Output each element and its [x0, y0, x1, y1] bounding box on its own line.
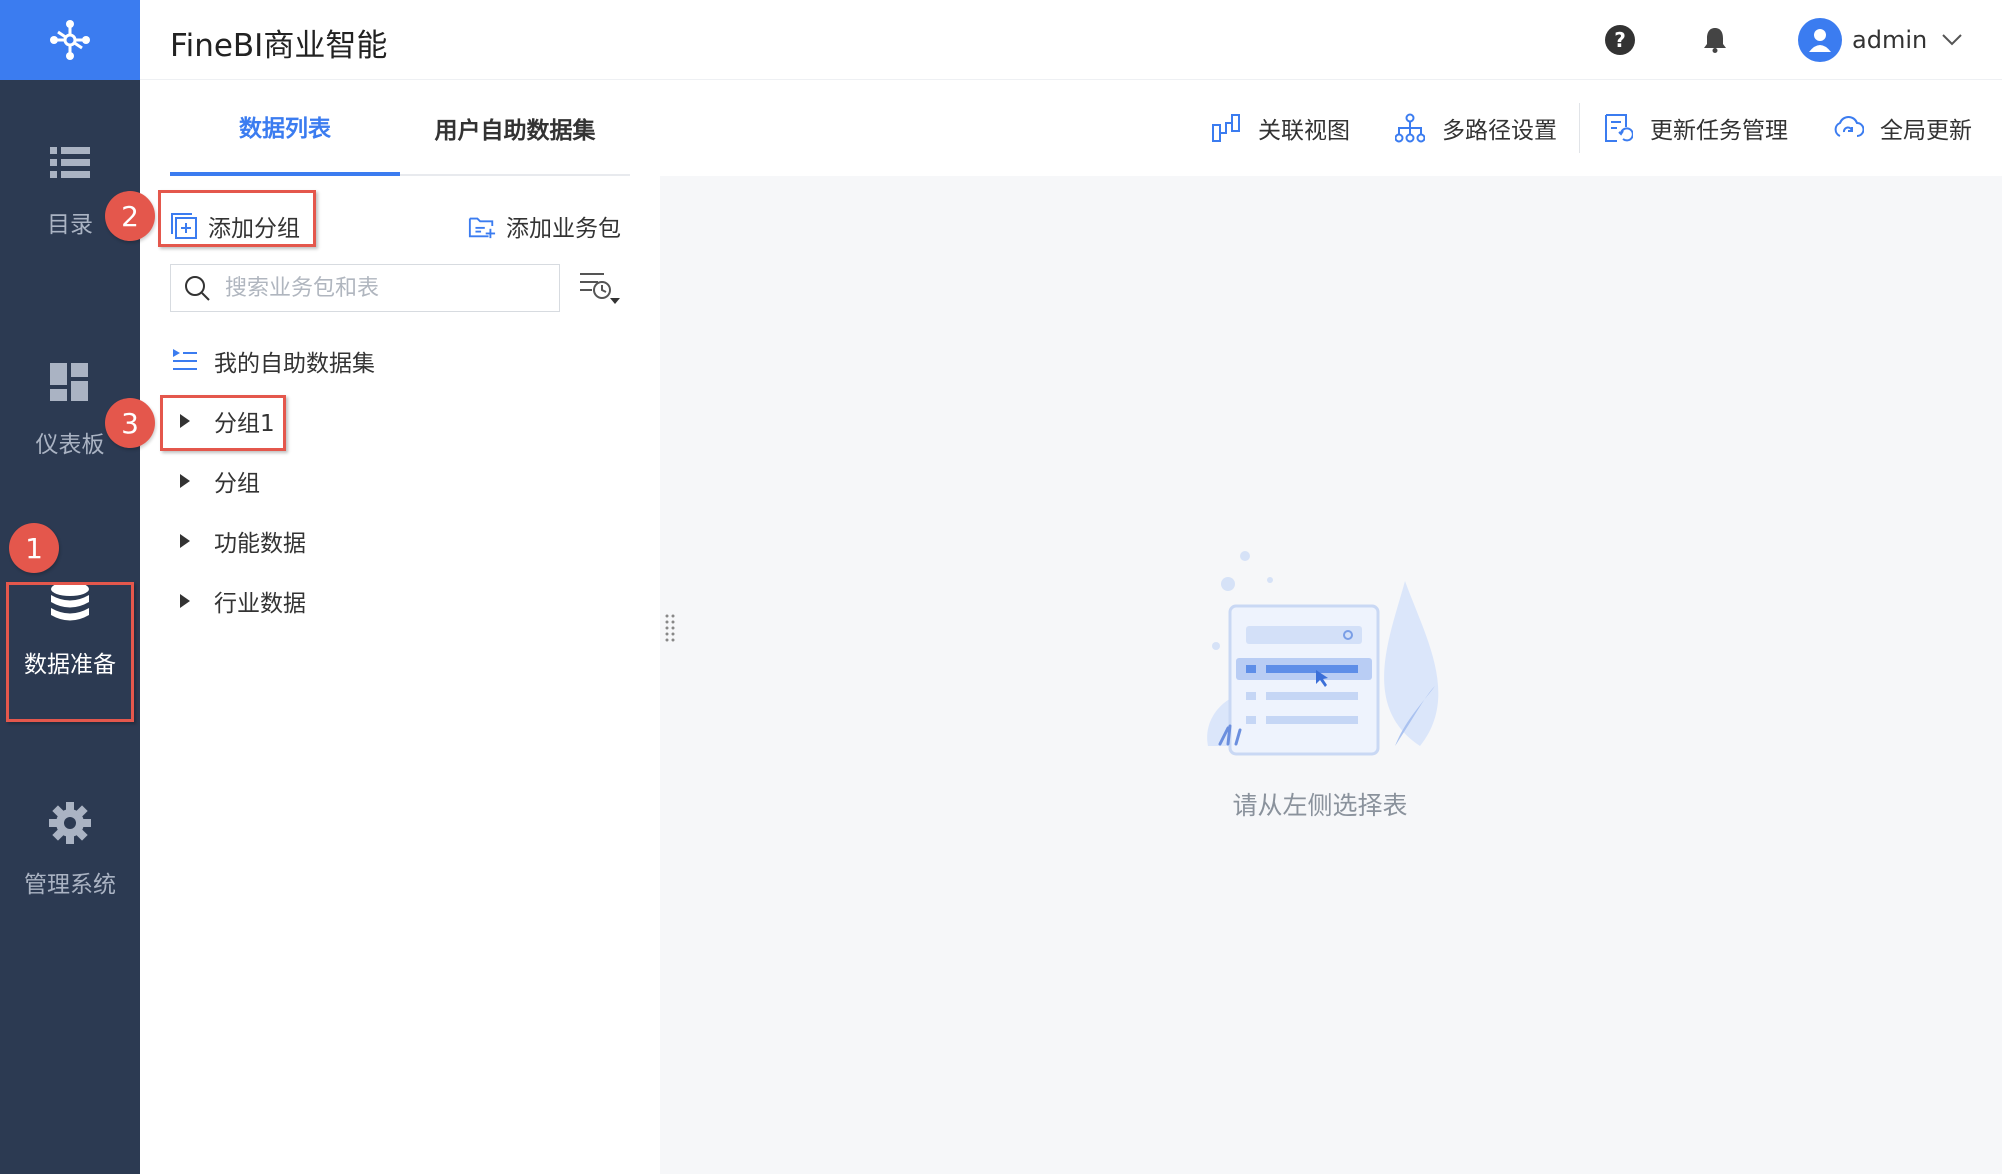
- user-menu[interactable]: admin: [1798, 17, 1963, 63]
- empty-state-illustration: [1207, 551, 1439, 756]
- gear-icon: [48, 801, 92, 845]
- toolbar-divider: [1579, 103, 1580, 153]
- logo-icon: [50, 20, 90, 60]
- toolbar: 关联视图 多路径设置 更新任务管理 全局更新: [1166, 100, 1972, 156]
- top-header: FineBI商业智能 ? admin: [140, 0, 2002, 80]
- caret-right-icon[interactable]: [170, 533, 200, 549]
- empty-state-text: 请从左侧选择表: [1232, 791, 1408, 820]
- my-dataset-label: 我的自助数据集: [214, 351, 375, 377]
- tab-bar: 数据列表 用户自助数据集: [170, 80, 630, 176]
- dataset-list-icon: [170, 348, 200, 374]
- logo[interactable]: [0, 0, 140, 80]
- rail-label: 仪表板: [35, 432, 105, 458]
- tree-group-item[interactable]: 行业数据: [170, 581, 306, 621]
- search-icon: [185, 276, 210, 301]
- list-icon: [48, 141, 92, 185]
- highlight-add-group: [158, 190, 316, 247]
- app-title: FineBI商业智能: [170, 28, 388, 64]
- bell-icon[interactable]: [1695, 20, 1735, 60]
- multipath-icon: [1394, 112, 1426, 144]
- main-content: 请从左侧选择表: [660, 176, 2002, 1174]
- group-label: 行业数据: [214, 591, 306, 617]
- rail-label: 管理系统: [24, 872, 116, 898]
- add-package-button[interactable]: 添加业务包: [468, 206, 621, 246]
- svg-text:?: ?: [1614, 28, 1626, 52]
- tab-user-dataset[interactable]: 用户自助数据集: [400, 80, 630, 176]
- avatar: [1798, 18, 1842, 62]
- step-badge: 2: [105, 191, 155, 241]
- tree-group-item[interactable]: 分组: [170, 461, 260, 501]
- caret-right-icon[interactable]: [170, 473, 200, 489]
- update-task-button[interactable]: 更新任务管理: [1602, 111, 1788, 145]
- tool-label: 更新任务管理: [1650, 118, 1788, 144]
- relation-view-icon: [1210, 112, 1242, 144]
- step-badge: 3: [105, 398, 155, 448]
- panel-resize-handle[interactable]: [664, 612, 676, 642]
- multipath-button[interactable]: 多路径设置: [1394, 111, 1557, 145]
- rail-item-catalog[interactable]: 目录: [0, 120, 140, 260]
- my-dataset-item[interactable]: 我的自助数据集: [170, 341, 375, 381]
- add-package-label: 添加业务包: [506, 216, 621, 242]
- cloud-refresh-icon: [1832, 112, 1864, 144]
- rail-item-admin[interactable]: 管理系统: [0, 780, 140, 920]
- step-badge: 1: [9, 523, 59, 573]
- dashboard-icon: [48, 361, 92, 405]
- chevron-down-icon: [1942, 34, 1962, 46]
- help-icon[interactable]: ?: [1600, 20, 1640, 60]
- tree-group-item[interactable]: 功能数据: [170, 521, 306, 561]
- caret-right-icon[interactable]: [170, 593, 200, 609]
- group-label: 功能数据: [214, 531, 306, 557]
- relation-view-button[interactable]: 关联视图: [1210, 111, 1350, 145]
- tool-label: 多路径设置: [1442, 118, 1557, 144]
- group-label: 分组: [214, 471, 260, 497]
- update-task-icon: [1602, 112, 1634, 144]
- sort-filter-icon[interactable]: [578, 268, 622, 308]
- search-box: [170, 264, 560, 312]
- user-name: admin: [1852, 26, 1928, 54]
- highlight-group1: [160, 395, 286, 451]
- rail-label: 目录: [47, 212, 93, 238]
- global-update-button[interactable]: 全局更新: [1832, 111, 1972, 145]
- tool-label: 全局更新: [1880, 118, 1972, 144]
- tool-label: 关联视图: [1258, 118, 1350, 144]
- search-input[interactable]: [225, 275, 545, 301]
- add-package-icon: [468, 217, 496, 239]
- highlight-data-prep: [6, 582, 134, 722]
- tab-data-list[interactable]: 数据列表: [170, 80, 400, 176]
- package-panel: 添加分组 添加业务包 我的自助数据集 分组1 分组 功能数据 行业数据: [140, 176, 660, 1174]
